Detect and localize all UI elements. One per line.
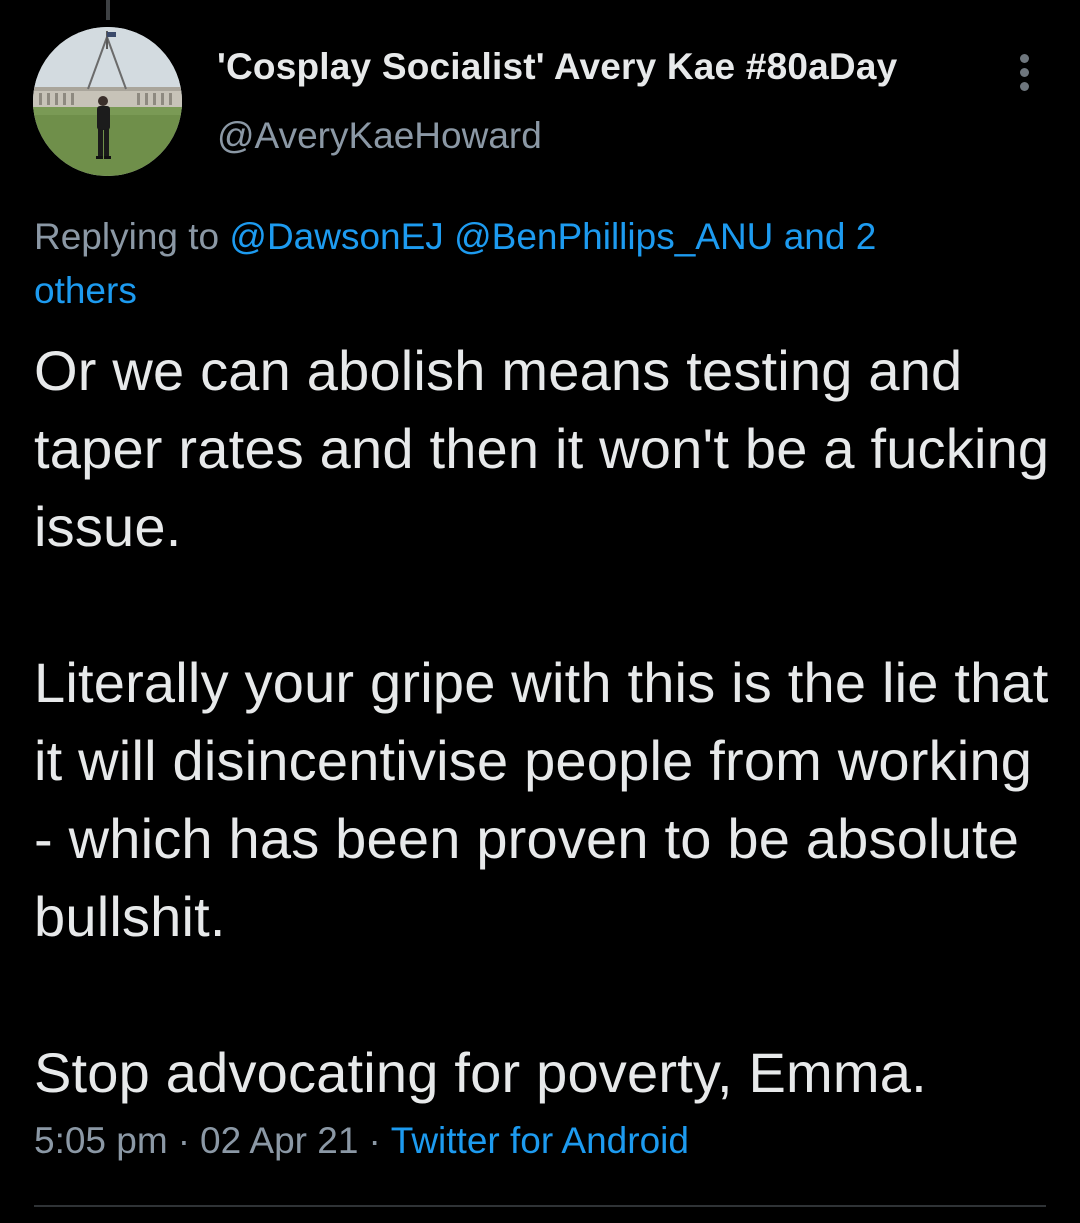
more-dot	[1020, 82, 1029, 91]
separator-dot: ·	[368, 1120, 381, 1161]
more-dot	[1020, 54, 1029, 63]
tweet-paragraph: Literally your gripe with this is the li…	[34, 651, 1049, 948]
author-handle[interactable]: @AveryKaeHoward	[217, 115, 542, 157]
tweet-source-link[interactable]: Twitter for Android	[391, 1120, 689, 1161]
replying-to-label: Replying to	[34, 216, 220, 257]
avatar-photo	[33, 27, 182, 176]
tweet-date[interactable]: 02 Apr 21	[200, 1120, 358, 1161]
separator-dot: ·	[177, 1120, 191, 1161]
more-dot	[1020, 68, 1029, 77]
others-link-prefix[interactable]: and 2	[784, 216, 877, 257]
avatar[interactable]	[33, 27, 182, 176]
divider	[34, 1205, 1046, 1207]
mention-link[interactable]: @BenPhillips_ANU	[454, 216, 773, 257]
tweet-time[interactable]: 5:05 pm	[34, 1120, 168, 1161]
tweet-paragraph: Stop advocating for poverty, Emma.	[34, 1041, 927, 1104]
thread-connector-line	[106, 0, 110, 20]
others-link[interactable]: others	[34, 270, 137, 311]
more-vertical-icon[interactable]	[1008, 52, 1042, 92]
author-display-name[interactable]: 'Cosplay Socialist' Avery Kae #80aDay	[217, 46, 897, 88]
tweet-text: Or we can abolish means testing and tape…	[34, 332, 1054, 1112]
replying-to: Replying to @DawsonEJ @BenPhillips_ANU a…	[34, 210, 994, 318]
tweet-meta: 5:05 pm · 02 Apr 21 · Twitter for Android	[34, 1120, 689, 1162]
mention-link[interactable]: @DawsonEJ	[229, 216, 443, 257]
tweet-paragraph: Or we can abolish means testing and tape…	[34, 339, 1050, 558]
